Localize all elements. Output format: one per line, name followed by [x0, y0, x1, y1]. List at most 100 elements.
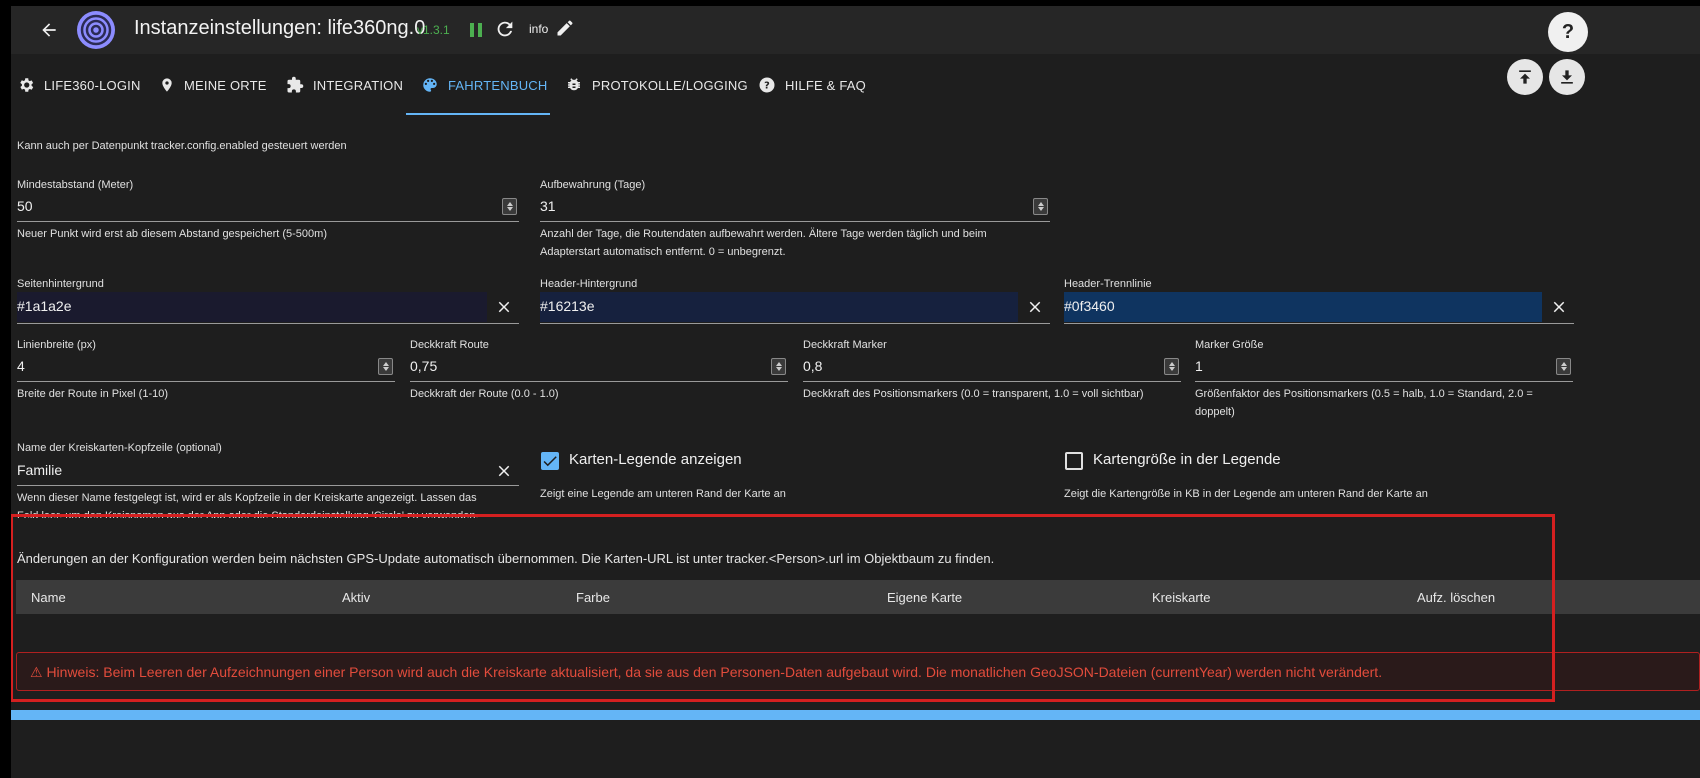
min-distance-value: 50 [17, 198, 33, 214]
marker-size-value: 1 [1195, 358, 1203, 374]
show-legend-label: Karten-Legende anzeigen [569, 451, 742, 468]
close-icon[interactable] [495, 298, 513, 316]
help-icon: ? [759, 77, 775, 93]
header-bg-swatch [540, 292, 1018, 322]
column-aktiv: Aktiv [342, 590, 371, 605]
page-bg-label: Seitenhintergrund [17, 278, 104, 290]
upload-icon[interactable] [1507, 59, 1543, 95]
marker-size-label: Marker Größe [1195, 339, 1264, 351]
line-width-value: 4 [17, 358, 25, 374]
tab-life360-login[interactable]: LIFE360-LOGIN [17, 54, 141, 116]
header-line-swatch [1064, 292, 1542, 322]
tab-label: HILFE & FAQ [785, 77, 866, 93]
circle-header-input[interactable]: Familie [17, 456, 519, 486]
retention-help-1: Anzahl der Tage, die Routendaten aufbewa… [540, 228, 987, 240]
tab-integration[interactable]: INTEGRATION [286, 54, 403, 116]
line-width-help: Breite der Route in Pixel (1-10) [17, 388, 169, 400]
show-legend-help: Zeigt eine Legende am unteren Rand der K… [540, 488, 786, 500]
map-size-legend-help: Zeigt die Kartengröße in KB in der Legen… [1064, 488, 1428, 500]
reload-icon[interactable] [494, 18, 518, 42]
close-icon[interactable] [1026, 298, 1044, 316]
help-circle-icon[interactable]: ? [1548, 12, 1588, 52]
header-line-value: #0f3460 [1064, 298, 1115, 314]
line-width-label: Linienbreite (px) [17, 339, 96, 351]
header-line-input[interactable]: #0f3460 [1064, 292, 1574, 324]
column-farbe: Farbe [576, 590, 610, 605]
page-bg-value: #1a1a2e [17, 298, 72, 314]
number-stepper-icon[interactable] [378, 358, 393, 375]
column-aufz-loeschen: Aufz. löschen [1417, 590, 1496, 605]
circle-header-value: Familie [17, 462, 63, 478]
marker-opacity-label: Deckkraft Marker [803, 339, 887, 351]
tab-label: INTEGRATION [313, 77, 404, 93]
retention-value: 31 [540, 198, 556, 214]
log-level-label[interactable]: info [529, 22, 548, 36]
version-badge: v1.3.1 [417, 23, 450, 37]
title-bar: Instanzeinstellungen: life360ng.0 v1.3.1… [11, 6, 1700, 54]
number-stepper-icon[interactable] [771, 358, 786, 375]
header-bg-label: Header-Hintergrund [540, 278, 638, 290]
intro-text: Kann auch per Datenpunkt tracker.config.… [17, 140, 347, 152]
location-pin-icon [162, 78, 172, 92]
pencil-icon[interactable] [555, 18, 577, 40]
close-icon[interactable] [495, 462, 513, 480]
column-eigene-karte: Eigene Karte [887, 590, 963, 605]
table-header: Name Aktiv Farbe Eigene Karte Kreiskarte… [16, 580, 1700, 614]
map-size-legend-checkbox[interactable] [1065, 452, 1083, 470]
route-opacity-help: Deckkraft der Route (0.0 - 1.0) [410, 388, 559, 400]
checkmark-icon [543, 456, 557, 467]
bottom-bar [11, 710, 1700, 720]
header-bg-input[interactable]: #16213e [540, 292, 1050, 324]
marker-size-input[interactable]: 1 [1195, 352, 1573, 382]
download-icon[interactable] [1549, 59, 1585, 95]
gear-icon [20, 78, 34, 92]
page-bg-input[interactable]: #1a1a2e [17, 292, 519, 324]
back-arrow-icon[interactable] [35, 16, 63, 44]
min-distance-help: Neuer Punkt wird erst ab diesem Abstand … [17, 228, 327, 240]
map-size-legend-label: Kartengröße in der Legende [1093, 451, 1281, 468]
tab-hilfe-faq[interactable]: ? HILFE & FAQ [758, 54, 866, 116]
tab-meine-orte[interactable]: MEINE ORTE [159, 54, 267, 116]
retention-label: Aufbewahrung (Tage) [540, 179, 646, 191]
svg-text:?: ? [764, 80, 770, 91]
page-bg-swatch [17, 292, 487, 322]
retention-input[interactable]: 31 [540, 192, 1050, 222]
header-bg-value: #16213e [540, 298, 595, 314]
number-stepper-icon[interactable] [502, 198, 517, 215]
marker-opacity-help: Deckkraft des Positionsmarkers (0.0 = tr… [803, 388, 1144, 400]
tab-fahrtenbuch[interactable]: FAHRTENBUCH [421, 54, 547, 116]
column-name: Name [31, 590, 66, 605]
tab-label: LIFE360-LOGIN [44, 77, 141, 93]
line-width-input[interactable]: 4 [17, 352, 395, 382]
number-stepper-icon[interactable] [1033, 198, 1048, 215]
number-stepper-icon[interactable] [1556, 358, 1571, 375]
tab-protokolle-logging[interactable]: PROTOKOLLE/LOGGING [565, 54, 748, 116]
marker-opacity-value: 0,8 [803, 358, 823, 374]
route-opacity-value: 0,75 [410, 358, 438, 374]
marker-opacity-input[interactable]: 0,8 [803, 352, 1181, 382]
tab-label: MEINE ORTE [184, 77, 267, 93]
puzzle-icon [287, 76, 304, 93]
active-tab-indicator [406, 113, 550, 115]
min-distance-label: Mindestabstand (Meter) [17, 179, 134, 191]
marker-size-help-1: Größenfaktor des Positionsmarkers (0.5 =… [1195, 388, 1533, 400]
page-title: Instanzeinstellungen: life360ng.0 [134, 17, 426, 39]
column-kreiskarte: Kreiskarte [1152, 590, 1211, 605]
circle-header-help-1: Wenn dieser Name festgelegt ist, wird er… [17, 492, 477, 504]
retention-help-2: Adapterstart automatisch entfernt. 0 = u… [540, 246, 786, 258]
tab-label: PROTOKOLLE/LOGGING [592, 77, 748, 93]
route-opacity-label: Deckkraft Route [410, 339, 489, 351]
route-opacity-input[interactable]: 0,75 [410, 352, 788, 382]
marker-size-help-2: doppelt) [1195, 406, 1235, 418]
number-stepper-icon[interactable] [1164, 358, 1179, 375]
circle-header-help-2: Feld leer, um den Kreisnamen aus der App… [17, 510, 479, 518]
show-legend-checkbox[interactable] [541, 452, 559, 470]
tab-label: FAHRTENBUCH [448, 77, 548, 93]
bug-icon [568, 78, 580, 91]
warning-text: ⚠ Hinweis: Beim Leeren der Aufzeichnunge… [30, 664, 1383, 680]
pause-icon[interactable] [467, 18, 487, 42]
app-window: Instanzeinstellungen: life360ng.0 v1.3.1… [11, 6, 1700, 778]
circle-header-label: Name der Kreiskarten-Kopfzeile (optional… [17, 442, 222, 454]
close-icon[interactable] [1550, 298, 1568, 316]
min-distance-input[interactable]: 50 [17, 192, 519, 222]
